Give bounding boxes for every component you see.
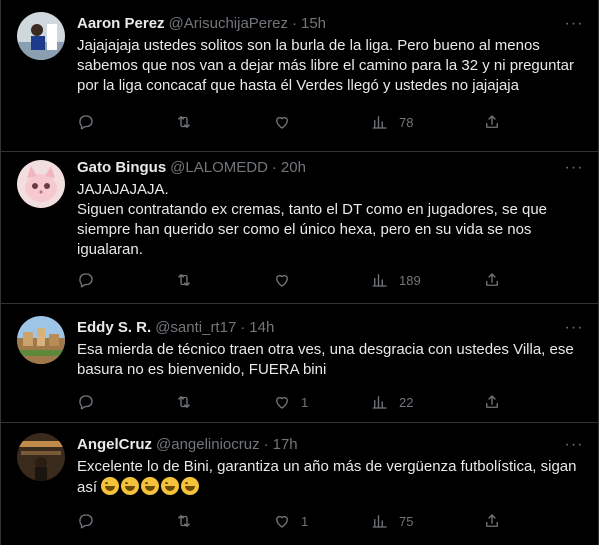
share-icon	[486, 115, 498, 128]
replies-feed: Aaron Perez @ArisuchijaPerez · 15h ··· J…	[0, 0, 599, 545]
avatar-image	[17, 433, 65, 481]
laughing-emoji	[141, 477, 160, 495]
like-count: 1	[301, 513, 309, 529]
avatar-image	[17, 12, 65, 60]
tweet-actions: 189	[77, 270, 582, 290]
retweet-button[interactable]	[175, 113, 203, 131]
tweet-actions: 1 22	[77, 392, 582, 412]
tweet-header: Gato Bingus @LALOMEDD · 20h	[77, 158, 582, 178]
user-handle[interactable]: @ArisuchijaPerez	[169, 14, 288, 34]
views-button[interactable]: 22	[371, 393, 413, 411]
more-icon[interactable]: ···	[560, 10, 588, 38]
share-button[interactable]	[483, 393, 501, 411]
views-count: 75	[399, 513, 414, 529]
user-handle[interactable]: @santi_rt17	[155, 318, 236, 338]
more-icon[interactable]: ···	[560, 314, 588, 342]
avatar[interactable]	[17, 160, 65, 208]
display-name[interactable]: Aaron Perez	[77, 14, 165, 34]
retweet-icon	[178, 515, 190, 527]
reply-button[interactable]	[77, 271, 95, 289]
like-button[interactable]	[273, 271, 301, 289]
reply-icon	[79, 273, 93, 288]
separator-dot: ·	[291, 15, 297, 32]
like-icon	[276, 116, 288, 129]
avatar[interactable]	[17, 433, 65, 481]
views-icon	[372, 515, 387, 528]
reply-icon	[79, 115, 93, 130]
views-button[interactable]: 75	[371, 512, 413, 530]
avatar-image	[17, 316, 65, 364]
tweet[interactable]: Gato Bingus @LALOMEDD · 20h ··· JAJAJAJA…	[1, 152, 598, 304]
display-name[interactable]: AngelCruz	[77, 435, 152, 455]
tweet-text: JAJAJAJAJA. Siguen contratando ex cremas…	[77, 181, 548, 258]
display-name[interactable]: Eddy S. R.	[77, 318, 151, 338]
reply-button[interactable]	[77, 512, 95, 530]
tweet-text: Jajajajaja ustedes solitos son la burla …	[77, 37, 579, 94]
retweet-button[interactable]	[175, 393, 203, 411]
tweet-text: Excelente lo de Bini, garantiza un año m…	[77, 457, 582, 498]
views-icon	[372, 116, 387, 129]
avatar[interactable]	[17, 12, 65, 60]
tweet[interactable]: AngelCruz @angeliniocruz · 17h ··· Excel…	[1, 423, 598, 545]
user-handle[interactable]: @angeliniocruz	[156, 435, 260, 455]
tweet[interactable]: Aaron Perez @ArisuchijaPerez · 15h ··· J…	[1, 0, 598, 152]
retweet-icon	[178, 116, 190, 128]
tweet-actions: 78	[77, 112, 582, 132]
retweet-button[interactable]	[175, 271, 203, 289]
share-icon	[486, 273, 498, 286]
like-button[interactable]: 1	[273, 512, 308, 530]
laughing-emoji	[181, 477, 200, 495]
share-button[interactable]	[483, 271, 501, 289]
tweet-actions: 1 75	[77, 511, 582, 531]
views-count: 22	[399, 394, 414, 410]
share-icon	[486, 395, 498, 408]
share-icon	[486, 514, 498, 527]
reply-button[interactable]	[77, 113, 95, 131]
views-count: 189	[399, 272, 421, 288]
tweet-header: AngelCruz @angeliniocruz · 17h	[77, 435, 582, 455]
views-button[interactable]: 78	[371, 113, 413, 131]
retweet-icon	[178, 274, 190, 286]
tweet-text: Esa mierda de técnico traen otra ves, un…	[77, 341, 578, 378]
laughing-emoji	[161, 477, 180, 495]
tweet[interactable]: Eddy S. R. @santi_rt17 · 14h ··· Esa mie…	[1, 304, 598, 423]
like-button[interactable]: 1	[273, 393, 308, 411]
reply-icon	[79, 395, 93, 410]
timestamp[interactable]: 14h	[249, 318, 274, 338]
like-count: 1	[301, 394, 309, 410]
reply-icon	[79, 514, 93, 529]
tweet-header: Eddy S. R. @santi_rt17 · 14h	[77, 318, 582, 338]
views-button[interactable]: 189	[371, 271, 421, 289]
user-handle[interactable]: @LALOMEDD	[170, 158, 268, 178]
more-icon[interactable]: ···	[560, 154, 588, 182]
like-icon	[276, 396, 288, 409]
views-count: 78	[399, 114, 414, 130]
like-icon	[276, 274, 288, 287]
more-icon[interactable]: ···	[560, 431, 588, 459]
avatar[interactable]	[17, 316, 65, 364]
like-icon	[276, 515, 288, 528]
retweet-button[interactable]	[175, 512, 203, 530]
laughing-emoji	[121, 477, 140, 495]
separator-dot: ·	[240, 319, 246, 336]
display-name[interactable]: Gato Bingus	[77, 158, 166, 178]
retweet-icon	[178, 396, 190, 408]
timestamp[interactable]: 20h	[281, 158, 306, 178]
views-icon	[372, 396, 387, 409]
timestamp[interactable]: 15h	[301, 14, 326, 34]
avatar-image	[17, 160, 65, 208]
separator-dot: ·	[263, 436, 269, 453]
tweet-header: Aaron Perez @ArisuchijaPerez · 15h	[77, 14, 582, 34]
reply-button[interactable]	[77, 393, 95, 411]
timestamp[interactable]: 17h	[273, 435, 298, 455]
laughing-emoji	[101, 477, 120, 495]
separator-dot: ·	[271, 159, 277, 176]
share-button[interactable]	[483, 113, 501, 131]
views-icon	[372, 274, 387, 287]
share-button[interactable]	[483, 512, 501, 530]
like-button[interactable]	[273, 113, 301, 131]
